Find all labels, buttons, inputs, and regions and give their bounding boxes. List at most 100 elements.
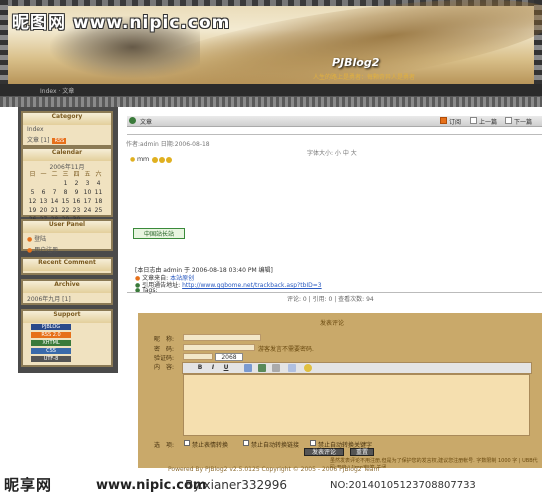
- next-link[interactable]: 下一篇: [514, 117, 532, 126]
- font-size-control[interactable]: 字体大小: 小 中 大: [307, 148, 357, 157]
- category-panel: Category Index 文章 [1] RSS: [21, 111, 113, 147]
- calendar-day[interactable]: 11: [93, 189, 104, 196]
- calendar-day: [49, 180, 60, 187]
- next-icon[interactable]: [505, 117, 512, 124]
- calendar-day[interactable]: 25: [93, 207, 104, 214]
- panel-title: Archive: [23, 281, 111, 293]
- rss-badge[interactable]: RSS: [52, 138, 67, 144]
- comment-form-title: 发表评论: [320, 320, 345, 327]
- support-badge[interactable]: UTF-8: [31, 356, 71, 362]
- reset-button[interactable]: 重置: [350, 448, 374, 456]
- calendar-day[interactable]: 6: [38, 189, 49, 196]
- china-webmaster-image: 中国站长站: [133, 228, 185, 239]
- calendar-day[interactable]: 16: [71, 198, 82, 205]
- post-author: ｍｍ: [137, 156, 150, 163]
- powered-by: Powered By PJBlog2 v2.5.0125 Copyright ©…: [168, 466, 380, 473]
- calendar-day[interactable]: 9: [71, 189, 82, 196]
- comment-textarea[interactable]: [183, 374, 530, 436]
- calendar-weekday: 一: [40, 171, 47, 178]
- watermark-id: NO:20140105123708807733: [330, 480, 476, 491]
- bold-button[interactable]: B: [196, 364, 204, 372]
- calendar-day[interactable]: 5: [27, 189, 38, 196]
- option-checkbox[interactable]: [184, 440, 190, 446]
- calendar-day[interactable]: 10: [82, 189, 93, 196]
- archive-panel: Archive 2006年九月 [1]: [21, 279, 113, 305]
- verify-label: 验证码:: [154, 355, 175, 362]
- support-badge[interactable]: PJBLOG: [31, 324, 71, 330]
- category-icon: [129, 117, 136, 124]
- subscribe-link[interactable]: 订阅: [449, 117, 461, 126]
- prev-icon[interactable]: [470, 117, 477, 124]
- editor-toolbar: [182, 362, 532, 374]
- prev-link[interactable]: 上一篇: [479, 117, 497, 126]
- link-icon[interactable]: [258, 364, 266, 372]
- calendar-day[interactable]: 18: [93, 198, 104, 205]
- panel-title: Calendar: [23, 149, 111, 161]
- watermark-author: By:xianer332996: [185, 478, 288, 492]
- calendar-day[interactable]: 19: [27, 207, 38, 214]
- calendar-day[interactable]: 20: [38, 207, 49, 214]
- register-link[interactable]: ● 用户注册: [27, 245, 58, 254]
- support-badge[interactable]: XHTML: [31, 340, 71, 346]
- archive-item[interactable]: 2006年九月 [1]: [27, 294, 71, 303]
- option-checkbox[interactable]: [243, 440, 249, 446]
- calendar-day[interactable]: 21: [49, 207, 60, 214]
- password-hint: 游客发言不需要密码.: [258, 346, 314, 353]
- panel-title: Category: [23, 113, 111, 125]
- calendar-day[interactable]: 24: [82, 207, 93, 214]
- post-meta: 作者:admin 日期:2006-08-18: [126, 141, 210, 148]
- smiley-icon[interactable]: [304, 364, 312, 372]
- star-icon: [152, 156, 159, 163]
- trackback-link[interactable]: http://www.ggbome.net/trackback.asp?tbID…: [182, 282, 322, 289]
- star-icon: [166, 156, 173, 163]
- content-label: 内 容:: [154, 364, 175, 371]
- category-item-article[interactable]: 文章 [1] RSS: [27, 135, 67, 144]
- support-badge[interactable]: CSS: [31, 348, 71, 354]
- calendar-day[interactable]: 15: [60, 198, 71, 205]
- calendar-day[interactable]: 2: [71, 180, 82, 187]
- quote-icon[interactable]: [288, 364, 296, 372]
- nickname-input[interactable]: [183, 334, 261, 341]
- category-item-index[interactable]: Index: [27, 126, 66, 133]
- nickname-label: 昵 称:: [154, 336, 175, 343]
- star-icon: [159, 156, 166, 163]
- calendar-day[interactable]: 4: [93, 180, 104, 187]
- verify-input[interactable]: [183, 353, 213, 360]
- user-panel: User Panel ● 登陆 ● 用户注册: [21, 219, 113, 254]
- calendar-day[interactable]: 12: [27, 198, 38, 205]
- post-author-row: ● ｍｍ: [130, 154, 173, 163]
- support-badges: PJBLOG RSS 2.0 XHTML CSS UTF-8: [31, 324, 71, 364]
- support-badge[interactable]: RSS 2.0: [31, 332, 71, 338]
- submit-comment-button[interactable]: 发表评论: [304, 448, 344, 456]
- email-icon[interactable]: [272, 364, 280, 372]
- calendar-day: [38, 180, 49, 187]
- blog-title: PJBlog2: [332, 56, 380, 69]
- calendar-day[interactable]: 22: [60, 207, 71, 214]
- nav-bar: Index · 文章: [0, 84, 542, 97]
- option-label: 禁止表情转换: [192, 442, 229, 449]
- breadcrumb[interactable]: Index · 文章: [40, 86, 74, 95]
- calendar-day[interactable]: 17: [82, 198, 93, 205]
- calendar-weekday: 日: [29, 171, 36, 178]
- panel-title: Recent Comment: [23, 259, 111, 271]
- password-input[interactable]: [183, 344, 255, 351]
- calendar-day[interactable]: 7: [49, 189, 60, 196]
- verify-code-image: 2068: [215, 353, 243, 361]
- calendar-day[interactable]: 1: [60, 180, 71, 187]
- option-checkbox[interactable]: [310, 440, 316, 446]
- post-category[interactable]: 文章: [140, 117, 152, 126]
- calendar-day[interactable]: 3: [82, 180, 93, 187]
- banner-border-left: [0, 0, 8, 84]
- calendar-day[interactable]: 13: [38, 198, 49, 205]
- calendar-weekday: 六: [95, 171, 102, 178]
- underline-button[interactable]: U: [222, 364, 230, 372]
- rss-icon[interactable]: [440, 117, 447, 124]
- login-link[interactable]: ● 登陆: [27, 234, 58, 243]
- italic-button[interactable]: I: [209, 364, 217, 372]
- watermark-top: 昵图网 www.nipic.com: [12, 13, 231, 33]
- calendar-day[interactable]: 14: [49, 198, 60, 205]
- calendar-day[interactable]: 23: [71, 207, 82, 214]
- calendar-day[interactable]: 8: [60, 189, 71, 196]
- watermark-brand: 昵享网: [4, 476, 53, 494]
- image-icon[interactable]: [244, 364, 252, 372]
